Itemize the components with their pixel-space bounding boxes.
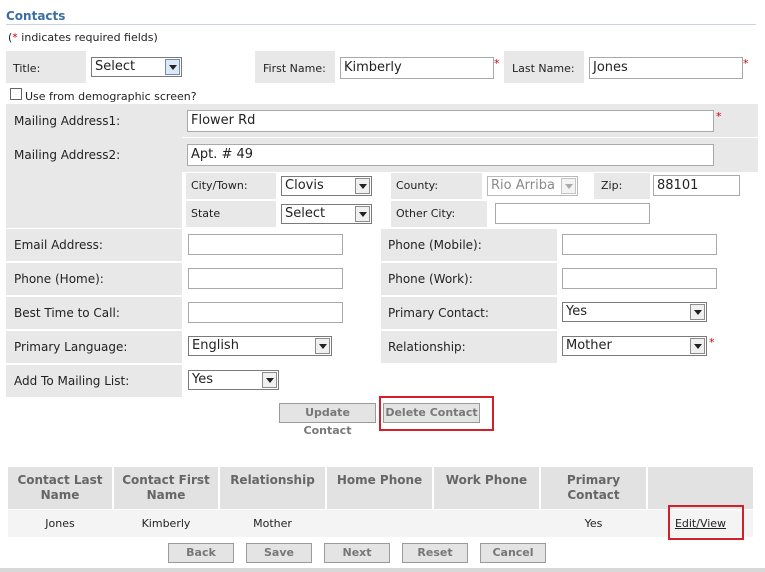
delete-contact-button[interactable]: Delete Contact: [383, 403, 480, 423]
mailing-address1-label: Mailing Address1:: [14, 114, 121, 128]
cell-home-phone: [327, 510, 432, 537]
column-header: Work Phone: [434, 467, 539, 509]
mailing-address2-label: Mailing Address2:: [14, 148, 121, 162]
best-time-label: Best Time to Call:: [14, 306, 120, 320]
chevron-down-icon: [690, 304, 705, 320]
chevron-down-icon: [355, 206, 370, 222]
phone-mobile-input[interactable]: [562, 234, 717, 255]
mailing-list-select-value: Yes: [192, 372, 213, 387]
phone-mobile-label: Phone (Mobile):: [388, 238, 482, 252]
primary-language-label: Primary Language:: [14, 340, 128, 354]
chevron-down-icon: [262, 372, 277, 388]
title-select-value: Select: [95, 59, 136, 74]
relationship-select[interactable]: Mother: [562, 336, 707, 356]
state-select-value: Select: [285, 206, 326, 221]
county-select-value: Rio Arriba: [491, 178, 555, 193]
primary-contact-select[interactable]: Yes: [562, 302, 707, 322]
required-star: *: [709, 336, 715, 349]
last-name-input[interactable]: Jones: [589, 57, 743, 79]
next-button[interactable]: Next: [324, 543, 390, 563]
chevron-down-icon: [690, 338, 705, 354]
relationship-label: Relationship:: [388, 340, 466, 354]
cell-relationship: Mother: [253, 517, 292, 530]
required-fields-note: (* indicates required fields): [8, 31, 158, 44]
city-select-value: Clovis: [285, 178, 324, 193]
other-city-input[interactable]: [495, 203, 650, 224]
mailing-address1-input[interactable]: Flower Rd: [187, 110, 714, 132]
save-button[interactable]: Save: [246, 543, 312, 563]
other-city-label: Other City:: [396, 207, 456, 220]
reset-button[interactable]: Reset: [402, 543, 468, 563]
page-title: Contacts: [6, 9, 66, 23]
mailing-list-select[interactable]: Yes: [188, 370, 279, 390]
county-label: County:: [396, 179, 439, 192]
cell-last-name: Jones: [45, 517, 75, 530]
column-header: Relationship: [220, 467, 325, 509]
column-header: Primary Contact: [541, 467, 646, 509]
first-name-label: First Name:: [263, 62, 326, 75]
mailing-list-label: Add To Mailing List:: [14, 374, 130, 388]
column-header: Contact First Name: [114, 467, 218, 509]
email-input[interactable]: [188, 234, 343, 255]
state-label: State: [191, 207, 221, 220]
required-star: *: [716, 110, 722, 123]
primary-language-select[interactable]: English: [188, 336, 332, 356]
cancel-button[interactable]: Cancel: [480, 543, 546, 563]
edit-view-highlight: [668, 505, 744, 540]
title-divider: [6, 24, 756, 25]
chevron-down-icon: [561, 178, 576, 194]
state-select[interactable]: Select: [281, 204, 372, 224]
primary-contact-select-value: Yes: [566, 304, 587, 319]
cell-primary-contact: Yes: [584, 517, 603, 530]
county-select[interactable]: Rio Arriba: [487, 176, 578, 196]
phone-work-label: Phone (Work):: [388, 272, 473, 286]
first-name-input[interactable]: Kimberly: [340, 57, 494, 79]
last-name-label: Last Name:: [512, 62, 575, 75]
back-button[interactable]: Back: [168, 543, 234, 563]
phone-home-label: Phone (Home):: [14, 272, 104, 286]
title-select[interactable]: Select: [91, 57, 182, 77]
city-select[interactable]: Clovis: [281, 176, 372, 196]
primary-language-select-value: English: [192, 338, 239, 353]
chevron-down-icon: [165, 59, 180, 75]
email-label: Email Address:: [14, 238, 103, 252]
title-label: Title:: [13, 62, 41, 75]
required-star: *: [743, 57, 749, 70]
zip-label: Zip:: [601, 179, 623, 192]
zip-input[interactable]: 88101: [653, 175, 740, 196]
bottom-divider: [0, 568, 765, 572]
cell-first-name: Kimberly: [141, 517, 191, 530]
city-label: City/Town:: [191, 179, 248, 192]
update-contact-button[interactable]: Update Contact: [279, 403, 376, 437]
best-time-input[interactable]: [188, 302, 343, 323]
chevron-down-icon: [315, 338, 330, 354]
required-star: *: [494, 57, 500, 70]
column-header: Home Phone: [327, 467, 432, 509]
use-demographic-checkbox[interactable]: [10, 88, 22, 100]
use-demographic-label: Use from demographic screen?: [25, 90, 197, 103]
primary-contact-label: Primary Contact:: [388, 306, 489, 320]
chevron-down-icon: [355, 178, 370, 194]
mailing-address2-input[interactable]: Apt. # 49: [187, 144, 714, 166]
relationship-select-value: Mother: [566, 338, 612, 353]
phone-work-input[interactable]: [562, 268, 717, 289]
phone-home-input[interactable]: [188, 268, 343, 289]
cell-work-phone: [434, 510, 539, 537]
column-header: [648, 467, 753, 509]
column-header: Contact Last Name: [8, 467, 112, 509]
